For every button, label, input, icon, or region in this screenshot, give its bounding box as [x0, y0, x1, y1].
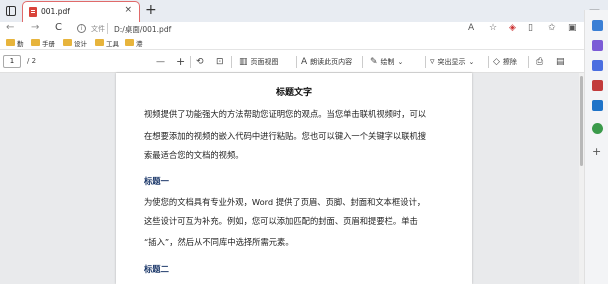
print-button[interactable]: ⎙ [536, 55, 546, 69]
bookmark-folder-3[interactable]: 设计 [63, 38, 87, 49]
folder-icon [6, 38, 15, 46]
document-viewer[interactable]: 标题文字 视频提供了功能强大的方法帮助您证明您的观点。当您单击联机视频时，可以 … [0, 73, 584, 284]
bookmark-folder-2[interactable]: 手册 [31, 38, 55, 49]
tree-icon[interactable] [592, 123, 603, 134]
forward-button[interactable]: → [31, 22, 39, 33]
bookmarks-bar: 勤 手册 设计 工具 港 [0, 37, 600, 50]
add-icon[interactable]: + [592, 146, 603, 158]
paragraph-line: 视频提供了功能强大的方法帮助您证明您的观点。当您单击联机视频时，可以 [144, 109, 427, 119]
office-icon[interactable] [592, 80, 603, 91]
folder-icon [63, 38, 72, 46]
highlight-button[interactable]: ▿ 突出显示 ⌄ [430, 55, 477, 69]
tab-title: 001.pdf [41, 7, 70, 16]
page-total: / 2 [27, 57, 37, 65]
address-url[interactable]: D:/桌面/001.pdf [114, 24, 171, 35]
folder-icon [31, 38, 40, 46]
draw-icon: ✎ [370, 57, 378, 67]
read-aloud-button[interactable]: A 朗读此页内容 [301, 55, 352, 69]
section-heading: 标题二 [144, 264, 169, 274]
collections-icon[interactable]: ▣ [568, 23, 577, 33]
paragraph-line: 索最适合您的文档的视频。 [144, 150, 244, 160]
paragraph-line: 这些设计可互为补充。例如，您可以添加匹配的封面、页眉和提要栏。单击 [144, 216, 418, 226]
save-button[interactable]: ▤ [556, 55, 568, 69]
draw-button[interactable]: ✎ 绘制 ⌄ [370, 55, 406, 69]
folder-icon [125, 38, 134, 46]
toolbar-divider [425, 56, 426, 68]
toolbar-divider [362, 56, 363, 68]
highlight-icon: ▿ [430, 57, 435, 67]
tab-actions-icon[interactable] [6, 6, 16, 16]
eraser-icon: ◇ [493, 57, 500, 67]
outlook-icon[interactable] [592, 100, 603, 111]
pdf-page: 标题文字 视频提供了功能强大的方法帮助您证明您的观点。当您单击联机视频时，可以 … [116, 73, 472, 284]
fit-page-icon[interactable]: ⊡ [216, 55, 227, 69]
bookmark-folder-5[interactable]: 港 [125, 38, 143, 49]
tools-icon[interactable] [592, 40, 603, 51]
toolbar-divider [190, 56, 191, 68]
toolbar-divider [528, 56, 529, 68]
refresh-button[interactable]: C [55, 22, 62, 33]
scroll-thumb[interactable] [580, 76, 583, 166]
search-icon[interactable] [592, 20, 603, 31]
folder-icon [95, 38, 104, 46]
address-scheme-label: 文件 [91, 25, 105, 33]
section-heading: 标题一 [144, 176, 169, 186]
read-aloud-icon[interactable]: A [468, 23, 474, 33]
zoom-in-button[interactable]: + [176, 55, 188, 69]
page-view-button[interactable]: ▥ 页面视图 [239, 55, 279, 69]
info-icon[interactable]: i [77, 24, 86, 33]
back-button[interactable]: ← [6, 22, 14, 33]
extension-shield-icon[interactable]: ◈ [509, 23, 516, 33]
book-icon: ▥ [239, 57, 248, 67]
address-bar: ← → C i 文件 D:/桌面/001.pdf A ☆ ◈ ▯ ✩ ▣ [0, 22, 600, 37]
paragraph-line: “插入”，然后从不同库中选择所需元素。 [144, 237, 294, 247]
pdf-file-icon [29, 7, 37, 17]
address-divider [107, 23, 108, 34]
tab-001-pdf[interactable]: 001.pdf × [22, 1, 140, 22]
bookmark-folder-1[interactable]: 勤 [6, 38, 24, 49]
speaker-icon: A [301, 57, 308, 67]
split-screen-icon[interactable]: ▯ [528, 23, 533, 33]
new-tab-button[interactable]: + [145, 2, 157, 18]
favorite-star-icon[interactable]: ☆ [489, 23, 497, 33]
paragraph-line: 为使您的文档具有专业外观，Word 提供了页眉、页脚、封面和文本框设计， [144, 197, 426, 207]
games-icon[interactable] [592, 60, 603, 71]
paragraph-line: 在想要添加的视频的嵌入代码中进行粘贴。您也可以键入一个关键字以联机搜 [144, 131, 427, 141]
tab-strip: 001.pdf × + — [0, 0, 608, 22]
toolbar-divider [488, 56, 489, 68]
rotate-icon[interactable]: ⟲ [196, 55, 207, 69]
edge-sidebar: + [584, 10, 608, 284]
print-icon: ⎙ [536, 57, 544, 67]
toolbar-divider [231, 56, 232, 68]
bookmark-folder-4[interactable]: 工具 [95, 38, 119, 49]
erase-button[interactable]: ◇ 擦除 [493, 55, 517, 69]
pdf-toolbar: 1 / 2 — + ⟲ ⊡ ▥ 页面视图 A 朗读此页内容 ✎ 绘制 ⌄ ▿ 突出显示 ⌄ … [0, 51, 584, 73]
toolbar-divider [296, 56, 297, 68]
zoom-out-button[interactable]: — [156, 55, 168, 69]
page-number-input[interactable]: 1 [3, 55, 21, 68]
document-title: 标题文字 [275, 88, 312, 98]
save-icon: ▤ [556, 57, 565, 67]
tab-close-button[interactable]: × [124, 5, 132, 15]
favorites-icon[interactable]: ✩ [548, 23, 556, 33]
